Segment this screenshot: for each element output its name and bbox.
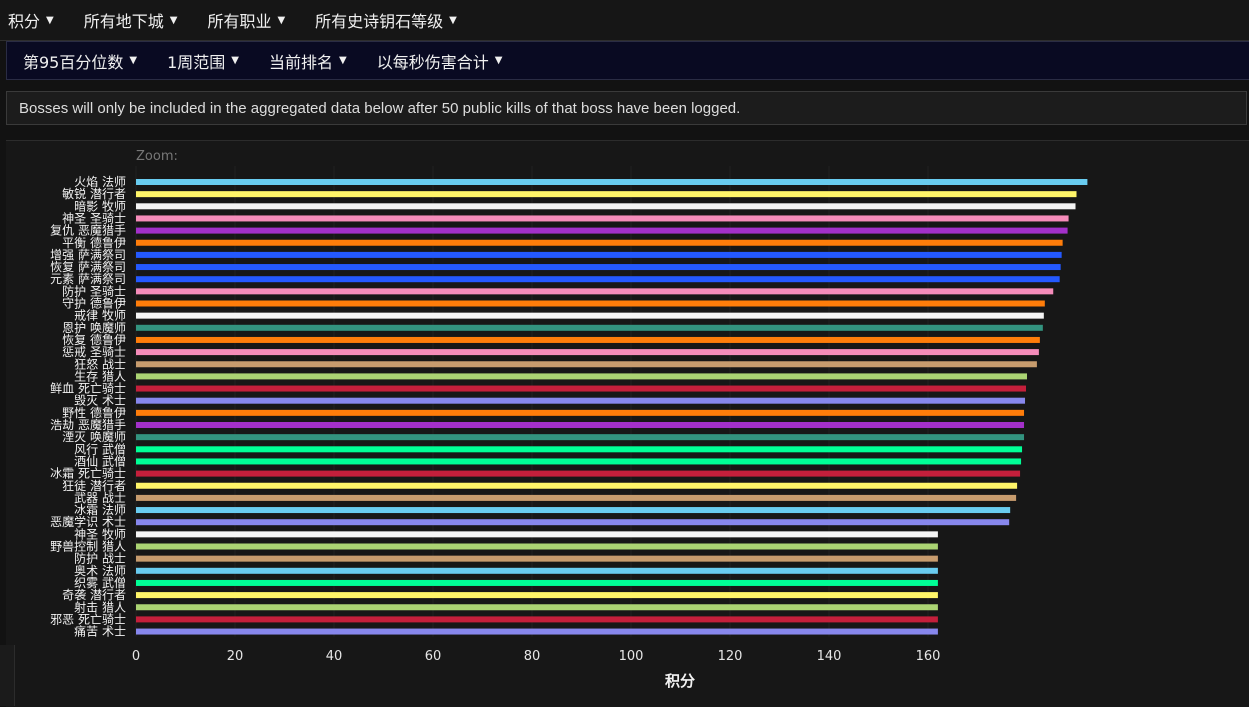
bar[interactable]: [136, 519, 1010, 526]
bar[interactable]: [136, 215, 1069, 222]
bar[interactable]: [136, 203, 1076, 210]
bar[interactable]: [136, 251, 1062, 258]
bar[interactable]: [136, 482, 1018, 489]
x-tick-label: 60: [425, 649, 442, 664]
bar[interactable]: [136, 191, 1077, 198]
bar[interactable]: [136, 276, 1060, 283]
bar[interactable]: [136, 422, 1025, 428]
bar[interactable]: [136, 349, 1039, 356]
bar[interactable]: [136, 531, 938, 538]
bar[interactable]: [136, 300, 1045, 307]
bar[interactable]: [136, 434, 1025, 441]
score-bar-chart: Zoom: 火焰 法师敏锐 潜行者暗影 牧师神圣 圣骑士复仇 恶魔猎手平衡 德鲁…: [50, 149, 1088, 690]
x-tick-label: 120: [718, 649, 743, 664]
bar[interactable]: [136, 312, 1044, 319]
x-tick-label: 160: [916, 649, 941, 664]
bar[interactable]: [136, 397, 1026, 404]
bar[interactable]: [136, 239, 1063, 246]
bar[interactable]: [136, 361, 1037, 368]
bar[interactable]: [136, 324, 1043, 331]
bar[interactable]: [136, 264, 1061, 271]
bar[interactable]: [136, 543, 938, 550]
bar[interactable]: [136, 409, 1025, 416]
bar[interactable]: [136, 227, 1068, 234]
x-tick-label: 20: [227, 649, 244, 664]
bar[interactable]: [136, 470, 1021, 477]
bar[interactable]: [136, 628, 938, 635]
bar[interactable]: [136, 604, 938, 611]
bar[interactable]: [136, 567, 938, 574]
bar[interactable]: [136, 507, 1011, 514]
bar[interactable]: [136, 336, 1040, 343]
zoom-label[interactable]: Zoom:: [136, 149, 178, 164]
bar[interactable]: [136, 555, 938, 562]
x-tick-label: 40: [326, 649, 343, 664]
bar[interactable]: [136, 616, 938, 623]
bar[interactable]: [136, 458, 1022, 465]
x-tick-label: 140: [817, 649, 842, 664]
bar[interactable]: [136, 179, 1088, 185]
bar[interactable]: [136, 592, 938, 599]
x-axis-title: 积分: [665, 672, 695, 690]
x-tick-label: 80: [524, 649, 541, 664]
bars: [136, 179, 1088, 635]
x-axis-ticks: 0 20 40 60 80 100 120 140 160: [132, 649, 941, 664]
bar[interactable]: [136, 579, 938, 586]
bar[interactable]: [136, 288, 1054, 295]
category-label: 痛苦 术士: [74, 624, 126, 639]
bar[interactable]: [136, 373, 1027, 380]
bar[interactable]: [136, 446, 1023, 453]
x-tick-label: 100: [619, 649, 644, 664]
bar[interactable]: [136, 385, 1027, 392]
category-labels: 火焰 法师敏锐 潜行者暗影 牧师神圣 圣骑士复仇 恶魔猎手平衡 德鲁伊增强 萨满…: [50, 174, 126, 639]
x-tick-label: 0: [132, 649, 140, 664]
bar[interactable]: [136, 494, 1017, 501]
